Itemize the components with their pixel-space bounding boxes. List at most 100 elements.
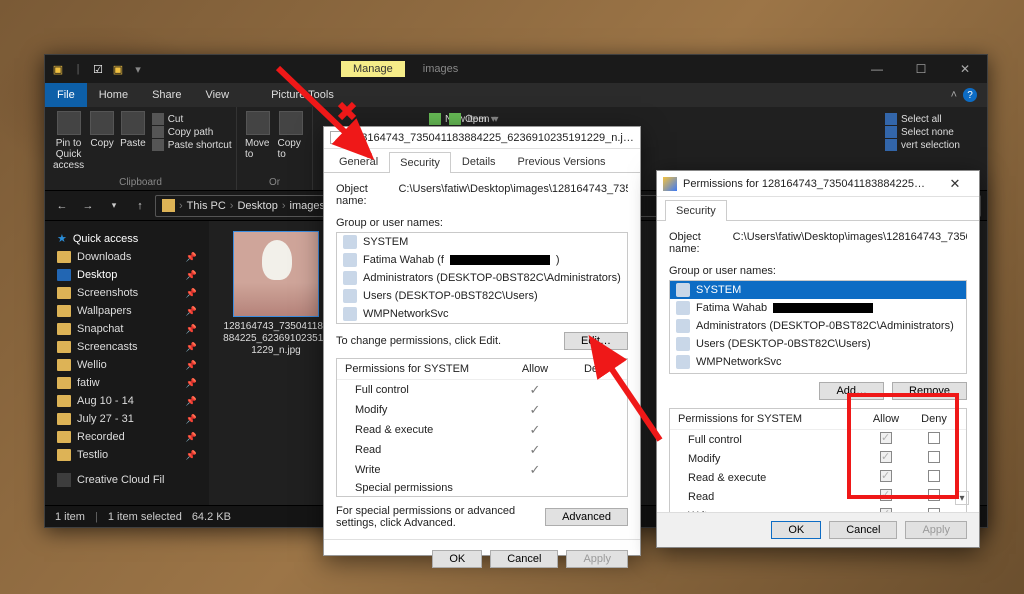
permissions-title: Permissions for 128164743_73504118388422… (683, 178, 931, 190)
group-row-fatima[interactable]: Fatima Wahab (670, 299, 966, 317)
copy-button[interactable]: Copy (90, 111, 114, 149)
sidebar-item-recorded[interactable]: Recorded📌 (49, 428, 205, 446)
paste-icon (121, 111, 145, 135)
tab-previous-versions[interactable]: Previous Versions (507, 151, 617, 172)
object-name-label: Object name: (336, 183, 392, 207)
crumb-this-pc[interactable]: This PC (187, 200, 226, 212)
allow-header: Allow (862, 413, 910, 425)
advanced-button[interactable]: Advanced (545, 508, 628, 526)
cut-button[interactable]: Cut (152, 113, 232, 125)
folder-icon (57, 377, 71, 389)
group-row-wmp[interactable]: WMPNetworkSvc (670, 353, 966, 371)
permissions-title-bar: Permissions for 128164743_73504118388422… (657, 171, 979, 197)
paste-button[interactable]: Paste (120, 111, 146, 149)
sidebar-item-creative[interactable]: Creative Cloud Fil (49, 470, 205, 490)
tab-security[interactable]: Security (665, 200, 727, 221)
pin-icon: 📌 (186, 414, 197, 425)
group-list[interactable]: SYSTEM Fatima Wahab (f) Administrators (… (336, 232, 628, 324)
home-tab[interactable]: Home (87, 86, 140, 104)
help-icon[interactable]: ? (963, 88, 977, 102)
thumbnail (233, 231, 319, 317)
tab-general[interactable]: General (328, 151, 389, 172)
apply-button[interactable]: Apply (905, 521, 967, 539)
ok-button[interactable]: OK (771, 521, 821, 539)
sidebar-item-screencasts[interactable]: Screencasts📌 (49, 338, 205, 356)
copy-path-button[interactable]: Copy path (152, 126, 232, 138)
redacted (773, 303, 873, 313)
sidebar-item-screenshots[interactable]: Screenshots📌 (49, 284, 205, 302)
sidebar-item-testlio[interactable]: Testlio📌 (49, 446, 205, 464)
remove-button[interactable]: Remove (892, 382, 967, 400)
qat-dropdown-icon[interactable]: ▾ (131, 62, 145, 76)
sidebar-item-snapchat[interactable]: Snapchat📌 (49, 320, 205, 338)
ribbon-collapse-icon[interactable]: ˄ (951, 89, 957, 101)
select-none-button[interactable]: Select none (885, 126, 960, 138)
minimize-button[interactable]: — (855, 55, 899, 83)
group-names-label: Group or user names: (669, 265, 967, 277)
close-button[interactable]: ✕ (943, 55, 987, 83)
file-menu[interactable]: File (45, 83, 87, 107)
perm-row: Modify (670, 449, 966, 468)
quick-access[interactable]: ★Quick access (49, 229, 205, 248)
group-row-users[interactable]: Users (DESKTOP-0BST82C\Users) (337, 287, 627, 305)
group-row-fatima[interactable]: Fatima Wahab (f) (337, 251, 627, 269)
invert-selection-button[interactable]: vert selection (885, 139, 960, 151)
forward-button[interactable]: → (77, 195, 99, 217)
invert-icon (885, 139, 897, 151)
up-button[interactable]: ↑ (129, 195, 151, 217)
group-row-users[interactable]: Users (DESKTOP-0BST82C\Users) (670, 335, 966, 353)
cut-icon (152, 113, 164, 125)
manage-tab[interactable]: Manage (341, 61, 405, 77)
file-item[interactable]: 128164743_735041183884225_62369102351912… (221, 231, 331, 357)
folder-icon (57, 287, 71, 299)
view-tab[interactable]: View (193, 86, 241, 104)
clipboard-group-label: Clipboard (53, 175, 228, 188)
deny-checkbox (928, 489, 940, 501)
ok-button[interactable]: OK (432, 550, 482, 568)
sidebar-item-downloads[interactable]: Downloads📌 (49, 248, 205, 266)
group-row-admins[interactable]: Administrators (DESKTOP-0BST82C\Administ… (337, 269, 627, 287)
copy-to-button[interactable]: Copy to (278, 111, 305, 160)
sidebar-item-desktop[interactable]: Desktop📌 (49, 266, 205, 284)
apply-button[interactable]: Apply (566, 550, 628, 568)
sidebar-item-wellio[interactable]: Wellio📌 (49, 356, 205, 374)
properties-title: 128164743_735041183884225_62369102351912… (349, 132, 634, 144)
group-list[interactable]: SYSTEM Fatima Wahab Administrators (DESK… (669, 280, 967, 374)
crumb-desktop[interactable]: Desktop (237, 200, 277, 212)
scroll-down-icon[interactable]: ▾ (955, 491, 969, 505)
deny-checkbox (928, 432, 940, 444)
edit-permissions-button[interactable]: Edit… (564, 332, 628, 350)
sidebar-item-fatiw[interactable]: fatiw📌 (49, 374, 205, 392)
group-row-system[interactable]: SYSTEM (337, 233, 627, 251)
object-name-value: C:\Users\fatiw\Desktop\images\128164743_… (733, 231, 967, 255)
sidebar-item-aug10[interactable]: Aug 10 - 14📌 (49, 392, 205, 410)
paste-shortcut-icon (152, 139, 164, 151)
move-to-button[interactable]: Move to (245, 111, 272, 160)
perm-row: Modify✓ (337, 400, 627, 420)
perm-row: Write✓ (337, 460, 627, 480)
open-button[interactable]: Open ▾ (449, 113, 499, 125)
cancel-button[interactable]: Cancel (829, 521, 897, 539)
cancel-button[interactable]: Cancel (490, 550, 558, 568)
close-button[interactable]: ✕ (937, 176, 973, 192)
tab-details[interactable]: Details (451, 151, 507, 172)
tab-security[interactable]: Security (389, 152, 451, 173)
group-row-wmp[interactable]: WMPNetworkSvc (337, 305, 627, 323)
share-tab[interactable]: Share (140, 86, 193, 104)
recent-dropdown[interactable]: ▾ (103, 195, 125, 217)
back-button[interactable]: ← (51, 195, 73, 217)
crumb-images[interactable]: images (290, 200, 325, 212)
group-row-admins[interactable]: Administrators (DESKTOP-0BST82C\Administ… (670, 317, 966, 335)
pin-quick-access-button[interactable]: Pin to Quick access (53, 111, 84, 171)
allow-checkbox (880, 470, 892, 482)
group-icon (343, 271, 357, 285)
paste-shortcut-button[interactable]: Paste shortcut (152, 139, 232, 151)
add-button[interactable]: Add… (819, 382, 884, 400)
sidebar-item-wallpapers[interactable]: Wallpapers📌 (49, 302, 205, 320)
select-all-button[interactable]: Select all (885, 113, 960, 125)
group-row-system[interactable]: SYSTEM (670, 281, 966, 299)
maximize-button[interactable]: ☐ (899, 55, 943, 83)
pin-icon: 📌 (186, 342, 197, 353)
sidebar-item-july27[interactable]: July 27 - 31📌 (49, 410, 205, 428)
picture-tools-tab[interactable]: Picture Tools (259, 86, 346, 104)
